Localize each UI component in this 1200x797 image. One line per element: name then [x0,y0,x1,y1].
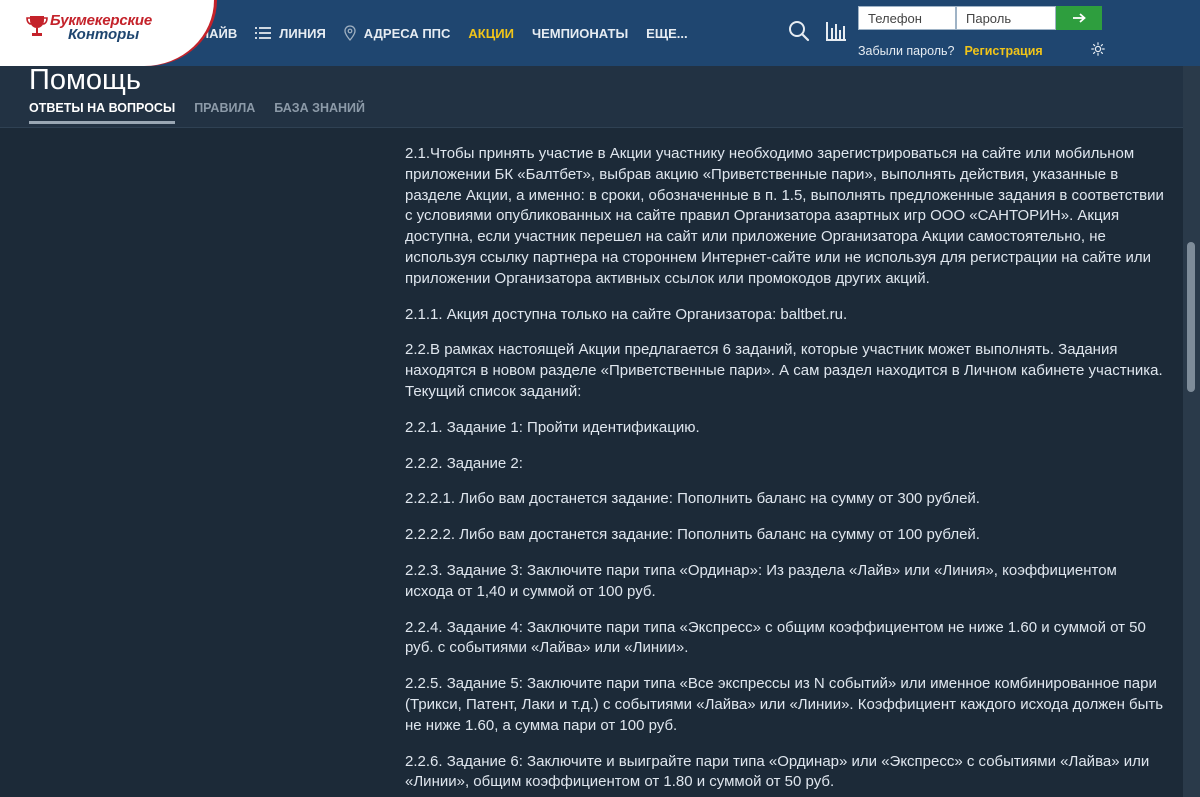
article-paragraph: 2.2.2. Задание 2: [405,454,523,472]
page-scrollbar[interactable] [1183,66,1200,797]
article-paragraph: 2.1.Чтобы принять участие в Акции участн… [405,145,1164,287]
page-title: Помощь [29,64,142,96]
phone-input[interactable] [858,6,956,30]
article-paragraph: 2.2.5. Задание 5: Заключите пари типа «В… [405,675,1164,734]
nav-item-promotions[interactable]: АКЦИИ [468,0,514,66]
logo-line2: Конторы [68,26,140,43]
article-paragraph: 2.2.4. Задание 4: Заключите пари типа «Э… [405,618,1146,657]
tab-knowledge-base[interactable]: БАЗА ЗНАНИЙ [274,101,365,124]
nav-item-label: ЧЕМПИОНАТЫ [531,25,629,41]
tab-rules[interactable]: ПРАВИЛА [194,101,255,124]
list-icon [255,27,272,39]
forgot-password-link[interactable]: Забыли пароль? [858,44,955,58]
nav-item-championships[interactable]: ЧЕМПИОНАТЫ [532,0,628,66]
article-paragraph: 2.1.1. Акция доступна только на сайте Ор… [405,305,848,323]
nav-item-label: АДРЕСА ППС [363,25,451,41]
tab-faq[interactable]: ОТВЕТЫ НА ВОПРОСЫ [29,101,176,124]
arrow-right-icon [1072,11,1086,26]
help-header: Помощь ОТВЕТЫ НА ВОПРОСЫ ПРАВИЛА БАЗА ЗН… [0,64,1183,128]
register-link[interactable]: Регистрация [965,44,1043,58]
help-tabs: ОТВЕТЫ НА ВОПРОСЫ ПРАВИЛА БАЗА ЗНАНИЙ [29,101,384,124]
help-article: 2.1.Чтобы принять участие в Акции участн… [405,144,1165,797]
main-nav: ЛАЙВ ЛИНИЯ АДРЕСА ППС АКЦИИ ЧЕМПИОНАТЫ Е… [200,0,706,66]
search-icon[interactable] [788,20,810,42]
article-paragraph: 2.2.3. Задание 3: Заключите пари типа «О… [405,561,1117,600]
location-pin-icon [344,25,356,41]
article-paragraph: 2.2.6. Задание 6: Заключите и выиграйте … [405,752,1150,791]
login-form: Забыли пароль? Регистрация [858,6,1105,59]
scrollbar-thumb[interactable] [1187,242,1195,392]
nav-item-more[interactable]: ЕЩЕ... [646,0,687,66]
nav-item-addresses[interactable]: АДРЕСА ППС [344,0,451,66]
toolbar [788,20,862,42]
nav-item-label: АКЦИИ [468,25,514,41]
article-paragraph: 2.2.В рамках настоящей Акции предлагаетс… [405,341,1163,400]
article-paragraph: 2.2.2.1. Либо вам достанется задание: По… [405,490,980,508]
nav-item-line[interactable]: ЛИНИЯ [255,0,326,66]
article-paragraph: 2.2.2.2. Либо вам достанется задание: По… [405,526,980,544]
logo: Букмекерские Конторы [26,13,152,43]
article-paragraph: 2.2.1. Задание 1: Пройти идентификацию. [405,418,700,436]
password-input[interactable] [956,6,1056,30]
nav-item-label: ЕЩЕ... [646,25,688,41]
login-button[interactable] [1056,6,1102,30]
nav-item-label: ЛИНИЯ [279,25,326,41]
statistics-icon[interactable] [826,20,846,42]
theme-toggle-icon[interactable] [1090,42,1105,59]
trophy-icon [26,14,48,40]
